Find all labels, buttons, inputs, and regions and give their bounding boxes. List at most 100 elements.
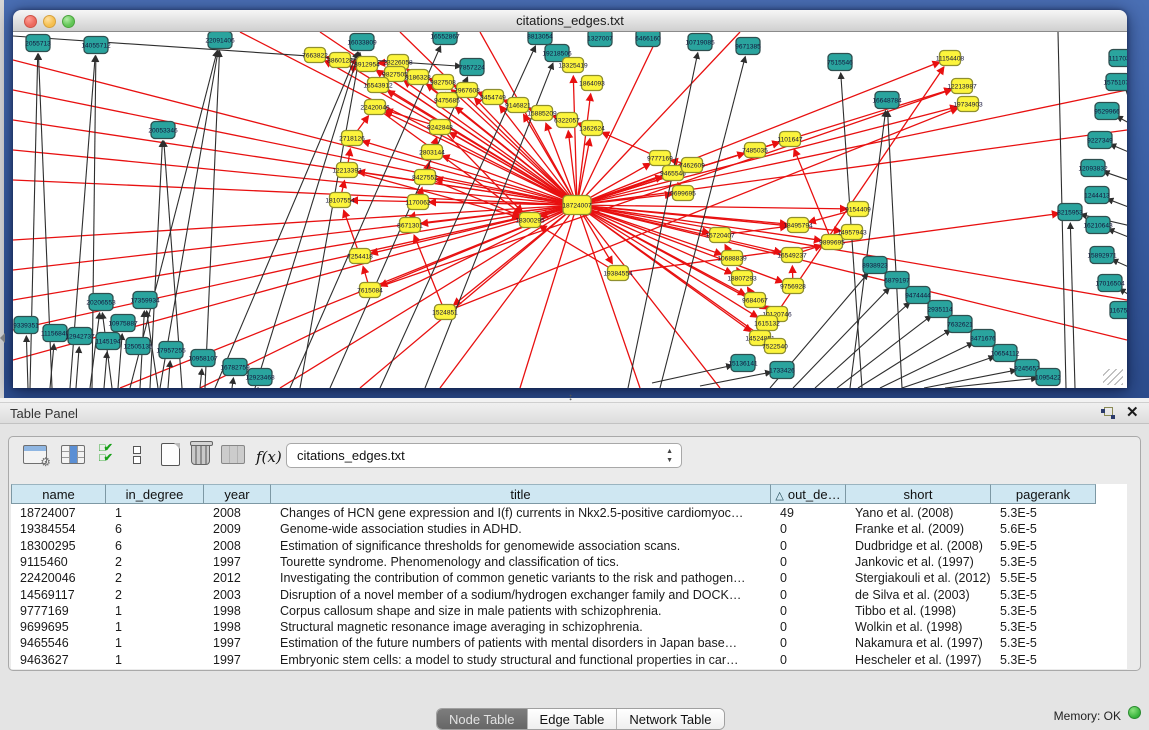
graph-node[interactable]: 18807293 (727, 271, 757, 286)
collapse-panel-arrow-icon[interactable] (0, 333, 5, 343)
graph-node[interactable]: 9827508 (430, 75, 456, 90)
graph-node[interactable]: 6879197 (884, 272, 910, 289)
graph-node[interactable]: 10654112 (991, 345, 1020, 362)
graph-node[interactable]: 12213987 (947, 79, 977, 94)
graph-node[interactable]: 16648784 (872, 92, 902, 109)
network-view-window[interactable]: citations_edges.txt 20557131405571222091… (13, 10, 1127, 388)
graph-node[interactable]: 8912954 (354, 57, 380, 72)
graph-node[interactable]: 8813054 (527, 32, 553, 45)
graph-node[interactable]: 22091406 (205, 32, 235, 49)
graph-node[interactable]: 9777169 (647, 151, 673, 166)
graph-node[interactable]: 1095422 (1035, 369, 1061, 386)
graph-node[interactable]: 17359934 (130, 292, 160, 309)
table-row[interactable]: 946554611997Estimation of the future num… (11, 635, 1119, 651)
graph-node[interactable]: 18495794 (783, 218, 813, 233)
graph-node[interactable]: 17957255 (156, 342, 186, 359)
graph-node[interactable]: 6322057 (554, 113, 580, 128)
graph-node[interactable]: 1524851 (432, 305, 458, 320)
network-canvas[interactable]: 2055713 14055712 22091406 16033809 16552867 7… (13, 32, 1127, 388)
graph-node[interactable]: 10975887 (108, 315, 138, 332)
graph-node[interactable]: 1362624 (579, 121, 605, 136)
graph-node[interactable]: 2718126 (339, 131, 365, 146)
import-table-icon[interactable] (221, 445, 245, 464)
table-row[interactable]: 1456911722003Disruption of a novel membe… (11, 587, 1119, 603)
graph-node[interactable]: 12505135 (123, 338, 153, 355)
column-header-title[interactable]: title (271, 484, 771, 504)
graph-node[interactable]: 19734903 (953, 97, 983, 112)
graph-node[interactable]: 11154408 (936, 51, 965, 66)
graph-node[interactable]: 7254418 (347, 249, 373, 264)
graph-node[interactable]: 15720407 (705, 228, 735, 243)
select-all-icon[interactable]: □✔□✔ (99, 444, 111, 464)
graph-node[interactable]: 7485035 (742, 143, 768, 158)
graph-node[interactable]: 9154409 (845, 202, 871, 217)
delete-icon[interactable] (191, 441, 210, 465)
table-row[interactable]: 1938455462009Genome-wide association stu… (11, 521, 1119, 537)
table-row[interactable]: 1872400712008Changes of HCN gene express… (11, 505, 1119, 521)
table-row[interactable]: 946362711997Embryonic stem cells: a mode… (11, 652, 1119, 668)
graph-node[interactable]: 9684067 (742, 293, 768, 308)
column-header-short[interactable]: short (846, 484, 991, 504)
graph-node[interactable]: 16782759 (220, 359, 250, 376)
graph-node[interactable]: 18724007 (562, 196, 592, 215)
close-panel-icon[interactable]: ✕ (1126, 405, 1139, 421)
graph-node[interactable]: 14957943 (837, 225, 867, 240)
column-header-pagerank[interactable]: pagerank (991, 484, 1096, 504)
graph-node[interactable]: 8471676 (970, 330, 996, 347)
graph-node[interactable]: 1864093 (579, 76, 605, 91)
graph-node[interactable]: 7515546 (827, 54, 853, 71)
graph-node[interactable]: 1117034 (1109, 50, 1127, 67)
graph-node[interactable]: 8454749 (480, 90, 506, 105)
graph-node[interactable]: 17016504 (1095, 275, 1125, 292)
graph-node[interactable]: 10719085 (685, 34, 715, 51)
graph-node[interactable]: 7522540 (762, 339, 788, 354)
graph-node[interactable]: 16033809 (347, 34, 377, 51)
graph-node[interactable]: 2055713 (25, 35, 51, 52)
graph-node[interactable]: 8671301 (397, 218, 423, 233)
graph-node[interactable]: 1244413 (1084, 187, 1110, 204)
graph-node[interactable]: 20206553 (86, 294, 116, 311)
graph-node[interactable]: 1170062 (405, 195, 431, 210)
graph-node[interactable]: 1327007 (587, 32, 613, 47)
graph-node[interactable]: 12942737 (65, 328, 95, 345)
graph-node[interactable]: 9529966 (1094, 103, 1120, 120)
graph-node[interactable]: 1101647 (777, 132, 803, 147)
graph-node[interactable]: 8186328 (405, 70, 431, 85)
table-mode-icon[interactable]: ⚙ (23, 445, 47, 464)
graph-node[interactable]: 16210643 (1083, 217, 1113, 234)
graph-node[interactable]: 18107554 (325, 193, 355, 208)
graph-node[interactable]: 12923468 (245, 369, 275, 386)
graph-node[interactable]: 15892971 (1087, 247, 1117, 264)
graph-node[interactable]: 10688839 (717, 251, 747, 266)
graph-node[interactable]: 9756928 (780, 279, 806, 294)
graph-node[interactable]: 16543912 (363, 78, 393, 93)
graph-node[interactable]: 9474444 (905, 287, 931, 304)
table-row[interactable]: 977716911998Corpus callosum shape and si… (11, 603, 1119, 619)
graph-node[interactable]: 9475685 (434, 93, 460, 108)
graph-node[interactable]: 8860128 (327, 53, 353, 68)
column-header-in_degree[interactable]: in_degree (106, 484, 204, 504)
graph-node[interactable]: 14055712 (81, 37, 111, 54)
table-row[interactable]: 2242004622012Investigating the contribut… (11, 570, 1119, 586)
graph-node[interactable]: 12213393 (332, 163, 362, 178)
table-row[interactable]: 969969511998Structural magnetic resonanc… (11, 619, 1119, 635)
table-row[interactable]: 911546021997Tourette syndrome. Phenomeno… (11, 554, 1119, 570)
new-document-icon[interactable] (161, 443, 180, 466)
graph-node[interactable]: 15136141 (728, 355, 758, 372)
graph-node[interactable]: 15751074 (1103, 74, 1127, 91)
graph-node[interactable]: 19384554 (603, 266, 633, 281)
table-row[interactable]: 1830029562008Estimation of significance … (11, 538, 1119, 554)
graph-node[interactable]: 7857224 (459, 59, 485, 76)
function-builder-icon[interactable]: f(x) (256, 448, 282, 466)
graph-node[interactable]: 18300295 (515, 213, 545, 228)
graph-node[interactable]: 20053346 (148, 122, 178, 139)
graph-node[interactable]: 16552867 (430, 32, 460, 45)
graph-node[interactable]: 7615084 (357, 283, 383, 298)
graph-node[interactable]: 9671385 (735, 38, 761, 55)
graph-node[interactable]: 1733426 (769, 362, 795, 379)
graph-node[interactable]: 16549237 (777, 248, 807, 263)
graph-node[interactable]: 9339351 (13, 317, 39, 334)
graph-node[interactable]: 10958107 (188, 350, 218, 367)
graph-node[interactable]: 8938923 (862, 257, 888, 274)
graph-node[interactable]: 1167533 (1109, 302, 1127, 319)
